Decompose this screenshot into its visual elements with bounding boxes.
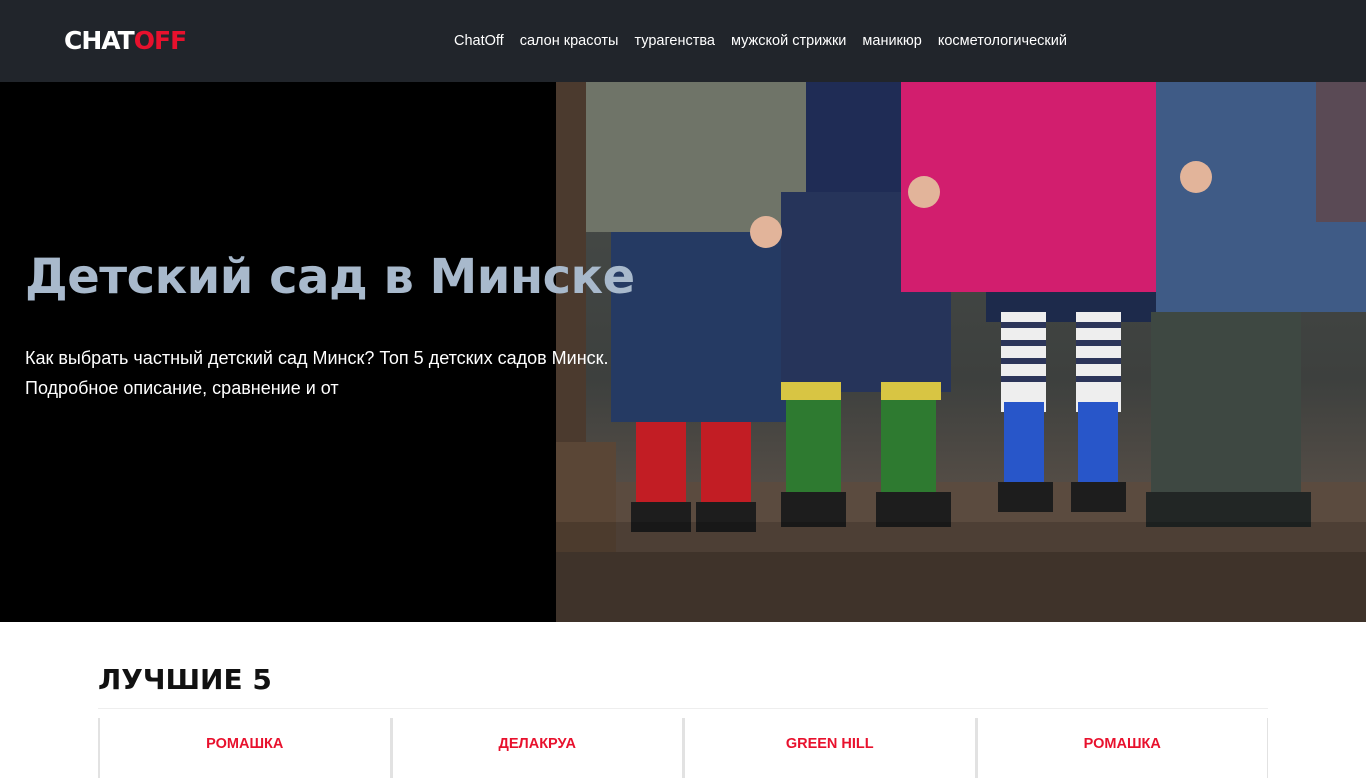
site-logo[interactable]: CHATOFF	[64, 26, 187, 56]
kindergarten-card[interactable]: РОМАШКА	[98, 718, 391, 778]
nav-item-beauty-salon[interactable]: салон красоты	[520, 32, 619, 50]
hero-section: Детский сад в Минске Как выбрать частный…	[0, 82, 1366, 622]
best-cards-row: РОМАШКА ДЕЛАКРУА GREEN HILL РОМАШКА	[98, 718, 1268, 778]
best-section-heading: ЛУЧШИЕ 5	[98, 663, 272, 696]
hero-description: Как выбрать частный детский сад Минск? Т…	[25, 348, 609, 398]
nav-item-chatoff[interactable]: ChatOff	[454, 32, 504, 50]
best-section-divider	[98, 708, 1268, 709]
nav-item-cosmetology[interactable]: косметологический	[938, 32, 1067, 50]
nav-item-manicure[interactable]: маникюр	[862, 32, 921, 50]
hero-title: Детский сад в Минске	[25, 249, 635, 305]
main-nav: ChatOff салон красоты турагенства мужско…	[454, 32, 1067, 50]
nav-item-travel-agencies[interactable]: турагенства	[634, 32, 715, 50]
hero-image	[556, 82, 1366, 622]
kindergarten-card[interactable]: РОМАШКА	[975, 718, 1268, 778]
kindergarten-card[interactable]: ДЕЛАКРУА	[390, 718, 683, 778]
logo-part-off: OFF	[133, 26, 187, 55]
site-header: CHATOFF ChatOff салон красоты турагенств…	[0, 0, 1366, 82]
logo-part-chat: CHAT	[64, 26, 135, 55]
nav-item-mens-haircut[interactable]: мужской стрижки	[731, 32, 846, 50]
kindergarten-card[interactable]: GREEN HILL	[683, 718, 976, 778]
